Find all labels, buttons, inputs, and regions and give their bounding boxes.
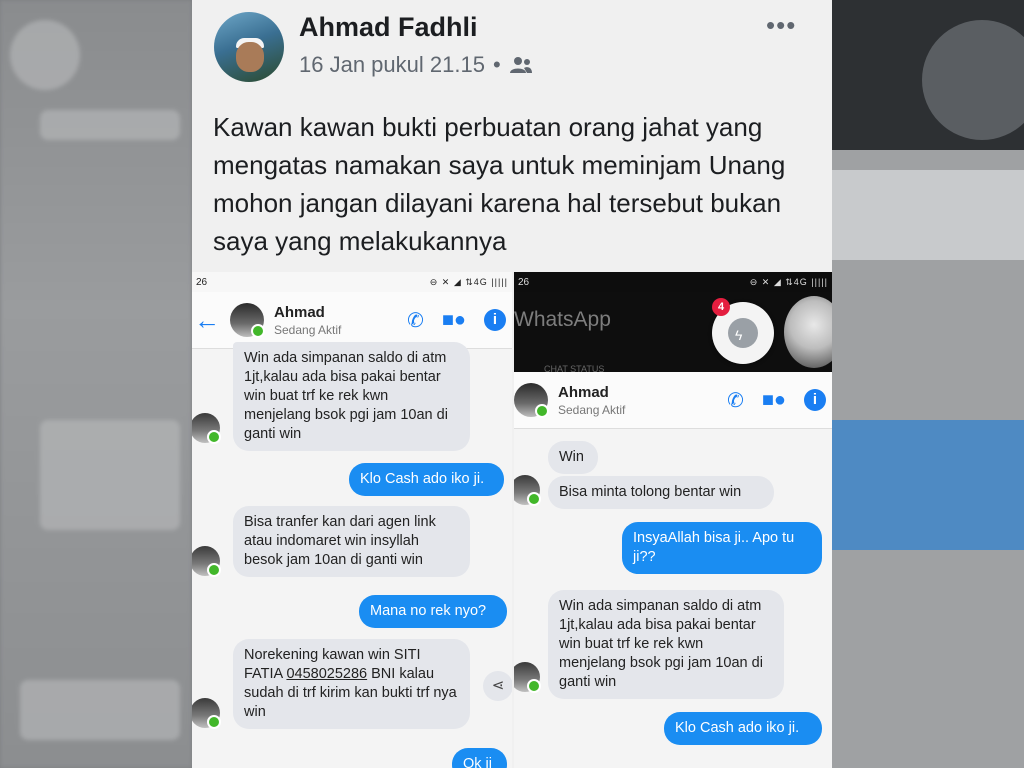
chat-header: ← Ahmad Sedang Aktif ✆ ■● i — [192, 292, 512, 349]
chat-header: Ahmad Sedang Aktif ✆ ■● i — [514, 372, 832, 429]
sender-avatar — [192, 698, 221, 729]
phone-icon[interactable]: ✆ — [727, 388, 744, 413]
status-icons: ⊖ ✕ ◢ ⇅4G ||||| — [749, 276, 828, 287]
video-call-icon[interactable]: ■● — [442, 309, 466, 332]
sender-avatar — [514, 475, 541, 506]
status-bar: 26 ⊖ ✕ ◢ ⇅4G ||||| — [192, 272, 512, 292]
blurred-background-right — [832, 0, 1024, 768]
sender-avatar — [514, 662, 541, 693]
message-bubble: Bisa tranfer kan dari agen link atau ind… — [233, 506, 470, 577]
whatsapp-title: WhatsApp — [514, 308, 611, 331]
facebook-post: Ahmad Fadhli 16 Jan pukul 21.15 • ••• Ka… — [192, 0, 832, 768]
friends-icon — [509, 57, 532, 73]
share-icon[interactable]: ⋖ — [483, 671, 512, 701]
video-call-icon[interactable]: ■● — [762, 389, 786, 412]
screenshot-messenger-right: 26 ⊖ ✕ ◢ ⇅4G ||||| WhatsApp CHAT STATUS … — [514, 272, 832, 768]
message-bubble: Mana no rek nyo? — [359, 595, 507, 628]
meta-separator: • — [492, 52, 501, 77]
message-bubble: Ok ji — [452, 748, 507, 768]
phone-icon[interactable]: ✆ — [407, 308, 424, 333]
contact-name[interactable]: Ahmad — [558, 384, 625, 401]
message-bubble: Klo Cash ado iko ji. — [349, 463, 504, 496]
more-options-icon[interactable]: ••• — [766, 10, 796, 41]
back-arrow-icon[interactable]: ← — [194, 305, 220, 336]
sender-avatar — [192, 546, 221, 577]
contact-name[interactable]: Ahmad — [274, 304, 341, 321]
status-icons: ⊖ ✕ ◢ ⇅4G ||||| — [429, 276, 508, 287]
message-bubble: Norekening kawan win SITI FATIA 04580252… — [233, 639, 470, 729]
message-bubble: Win ada simpanan saldo di atm 1jt,kalau … — [233, 342, 470, 451]
status-time: 26 — [518, 276, 530, 288]
contact-avatar[interactable] — [230, 303, 265, 338]
author-avatar[interactable] — [214, 12, 284, 82]
contact-avatar[interactable] — [514, 383, 549, 418]
author-name[interactable]: Ahmad Fadhli — [299, 12, 478, 43]
screenshot-messenger-left: 26 ⊖ ✕ ◢ ⇅4G ||||| ← Ahmad Sedang Aktif … — [192, 272, 512, 768]
status-bar: 26 ⊖ ✕ ◢ ⇅4G ||||| — [514, 272, 832, 292]
status-time: 26 — [196, 276, 208, 288]
account-number-link[interactable]: 0458025286 — [286, 666, 367, 682]
message-bubble: Klo Cash ado iko ji. — [664, 712, 822, 745]
message-bubble: Win — [548, 441, 598, 474]
post-meta: 16 Jan pukul 21.15 • — [299, 52, 533, 78]
message-bubble: InsyaAllah bisa ji.. Apo tu ji?? — [622, 522, 822, 574]
sender-avatar — [192, 413, 221, 444]
info-icon[interactable]: i — [804, 389, 826, 411]
notification-badge: 4 — [712, 298, 730, 316]
post-caption: Kawan kawan bukti perbuatan orang jahat … — [213, 112, 786, 256]
message-bubble: Win ada simpanan saldo di atm 1jt,kalau … — [548, 590, 784, 699]
contact-status: Sedang Aktif — [558, 402, 626, 417]
blurred-background-left — [0, 0, 192, 768]
message-bubble: Bisa minta tolong bentar win — [548, 476, 774, 509]
info-icon[interactable]: i — [484, 309, 506, 331]
post-date[interactable]: 16 Jan pukul 21.15 — [299, 52, 485, 78]
contact-status: Sedang Aktif — [274, 322, 342, 337]
